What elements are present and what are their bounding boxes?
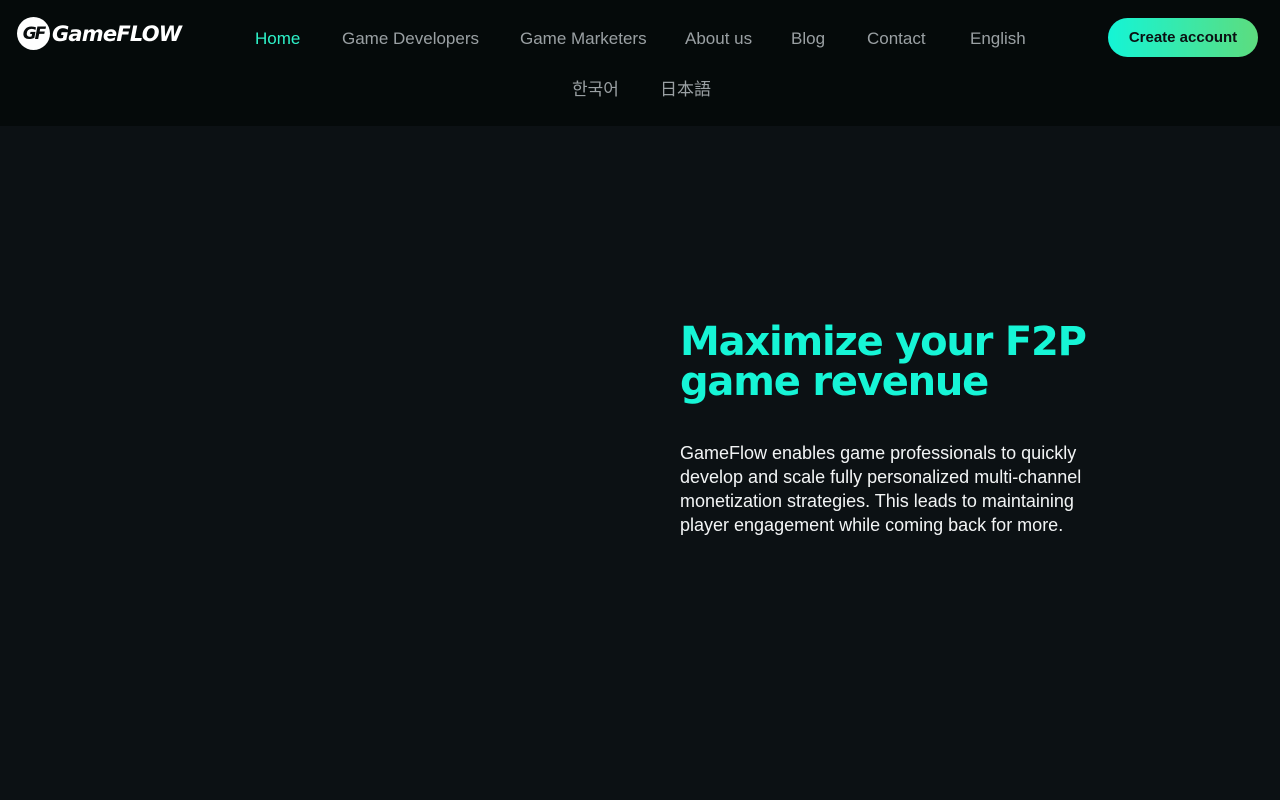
nav-game-developers[interactable]: Game Developers	[342, 29, 479, 49]
hero-title: Maximize your F2P game revenue	[680, 319, 1087, 405]
nav-language-japanese[interactable]: 日本語	[660, 75, 711, 100]
create-account-button[interactable]: Create account	[1108, 18, 1258, 57]
nav-contact[interactable]: Contact	[867, 29, 926, 49]
nav-blog[interactable]: Blog	[791, 29, 825, 49]
gameflow-logo[interactable]: GF GameFLOW	[17, 17, 182, 50]
logo-mark-icon: GF	[17, 17, 50, 50]
site-header: GF GameFLOW Home Game Developers Game Ma…	[0, 0, 1280, 126]
nav-language-english[interactable]: English	[970, 29, 1026, 49]
nav-about-us[interactable]: About us	[685, 29, 752, 49]
nav-game-marketers[interactable]: Game Marketers	[520, 29, 647, 49]
nav-home[interactable]: Home	[255, 29, 300, 49]
logo-wordmark: GameFLOW	[52, 21, 182, 46]
hero-description: GameFlow enables game professionals to q…	[680, 443, 1082, 535]
nav-language-korean[interactable]: 한국어	[572, 75, 619, 100]
